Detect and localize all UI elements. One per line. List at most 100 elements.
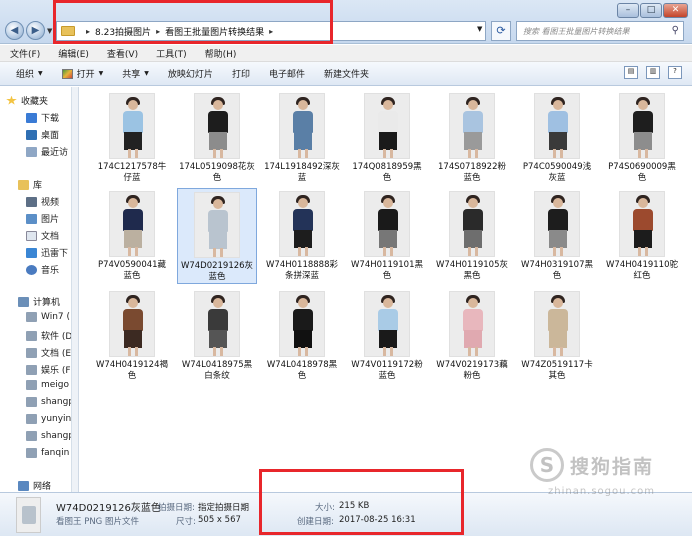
nav-favorites[interactable]: 收藏夹 [6, 94, 48, 107]
nav-drive[interactable]: 软件 (D [26, 329, 71, 342]
sogou-watermark: S 搜狗指南 zhinan.sogou.com [530, 448, 680, 503]
nav-drive[interactable]: Win7 ( [26, 312, 70, 322]
file-name: P74C0590049浅灰蓝 [522, 162, 592, 183]
drive-icon [26, 330, 37, 341]
nav-item-desktop[interactable]: 桌面 [26, 128, 59, 141]
details-shot-value[interactable]: 指定拍摄日期 [198, 501, 249, 513]
address-dropdown-icon[interactable]: ▼ [477, 25, 482, 33]
nav-drive[interactable]: 娱乐 (F [26, 363, 71, 376]
minimize-button[interactable]: – [617, 3, 639, 18]
preview-pane-icon[interactable]: ▥ [646, 66, 660, 79]
file-item[interactable]: W74V0119172粉蓝色 [347, 288, 427, 382]
file-item[interactable]: W74H0119101黑色 [347, 188, 427, 282]
file-item[interactable]: W74H0119105灰黑色 [432, 188, 512, 282]
file-item[interactable]: W74H0319107黑色 [517, 188, 597, 282]
nav-item-recent[interactable]: 最近访 [26, 145, 68, 158]
nav-label: fanqin [41, 448, 70, 458]
file-item[interactable]: W74V0219173藕粉色 [432, 288, 512, 382]
file-item[interactable]: W74H0419124褐色 [92, 288, 172, 382]
nav-drive[interactable]: fanqin [26, 448, 69, 458]
nav-item-videos[interactable]: 视频 [26, 195, 59, 208]
nav-item-music[interactable]: 音乐 [26, 263, 59, 276]
nav-network[interactable]: 网络 [18, 479, 51, 492]
menu-file[interactable]: 文件(F) [10, 47, 40, 60]
video-icon [26, 196, 37, 207]
view-options-icon[interactable]: ▤ [624, 66, 638, 79]
nav-drive[interactable]: 文档 (E [26, 346, 71, 359]
organize-button[interactable]: 组织 ▼ [16, 67, 43, 80]
file-item[interactable]: P74V0590041藏蓝色 [92, 188, 172, 282]
forward-icon[interactable]: ▶ [26, 21, 45, 40]
file-name: W74V0219173藕粉色 [436, 360, 508, 381]
file-name: W74H0119105灰黑色 [436, 260, 508, 281]
nav-drive[interactable]: meigo [26, 380, 69, 390]
drive-icon [26, 312, 37, 322]
file-item[interactable]: P74S0690009黑色 [602, 90, 682, 184]
nav-item-pictures[interactable]: 图片 [26, 212, 59, 225]
file-name: 174L1918492深灰蓝 [264, 162, 340, 183]
file-name: 174S0718922粉蓝色 [438, 162, 506, 183]
menu-tools[interactable]: 工具(T) [156, 47, 187, 60]
chevron-down-icon: ▼ [38, 70, 43, 77]
nav-label: yunying [41, 414, 72, 424]
search-input[interactable]: 搜索 看图王批量图片转换结果 ⚲ [516, 21, 684, 41]
nav-drive[interactable]: shangp [26, 397, 71, 407]
menu-help[interactable]: 帮助(H) [205, 47, 237, 60]
file-item[interactable]: W74H0118888彩条拼深蓝 [262, 188, 342, 282]
image-thumbnail [619, 191, 665, 257]
image-thumbnail [364, 191, 410, 257]
close-button[interactable]: ✕ [663, 3, 688, 18]
maximize-button[interactable]: □ [640, 3, 662, 18]
file-name: W74L0418978黑色 [266, 360, 338, 381]
refresh-icon[interactable]: ⟳ [491, 21, 511, 41]
nav-drive[interactable]: shangp [26, 431, 72, 441]
music-icon [26, 264, 37, 275]
menu-bar: 文件(F) 编辑(E) 查看(V) 工具(T) 帮助(H) [0, 45, 692, 62]
back-icon[interactable]: ◀ [5, 21, 24, 40]
open-button[interactable]: 打开 ▼ [61, 67, 103, 80]
new-folder-button[interactable]: 新建文件夹 [324, 67, 369, 80]
menu-view[interactable]: 查看(V) [107, 47, 138, 60]
file-item[interactable]: 174C1217578牛仔蓝 [92, 90, 172, 184]
nav-drive[interactable]: yunying [26, 414, 72, 424]
nav-item-downloads[interactable]: 下载 [26, 111, 59, 124]
details-shot-label: 拍摄日期: [158, 503, 195, 513]
file-item[interactable]: 174L0519098花灰色 [177, 90, 257, 184]
email-button[interactable]: 电子邮件 [269, 67, 305, 80]
file-name: W74Z0519117卡其色 [521, 360, 593, 381]
print-button[interactable]: 打印 [232, 67, 250, 80]
image-thumbnail [194, 93, 240, 159]
nav-label: 收藏夹 [21, 97, 49, 107]
file-item[interactable]: 174S0718922粉蓝色 [432, 90, 512, 184]
image-thumbnail [109, 291, 155, 357]
nav-computer[interactable]: 计算机 [18, 295, 60, 308]
file-item[interactable]: 174L1918492深灰蓝 [262, 90, 342, 184]
file-item[interactable]: W74L0418978黑色 [262, 288, 342, 382]
highlight-box [53, 0, 333, 44]
file-item[interactable]: 174Q0818959黑色 [347, 90, 427, 184]
history-dropdown-icon[interactable]: ▼ [47, 27, 52, 35]
nav-label: shangp [41, 431, 72, 441]
watermark-text: 搜狗指南 [570, 456, 655, 478]
file-name: W74H0119101黑色 [351, 260, 423, 281]
pane-divider[interactable] [72, 87, 79, 492]
nav-item-documents[interactable]: 文档 [26, 229, 59, 242]
slideshow-label: 放映幻灯片 [167, 70, 213, 80]
share-button[interactable]: 共享 ▼ [122, 67, 149, 80]
file-item[interactable]: W74Z0519117卡其色 [517, 288, 597, 382]
nav-label: 最近访 [41, 148, 69, 158]
image-viewer-icon [61, 68, 73, 79]
nav-label: 桌面 [41, 131, 60, 141]
file-item[interactable]: P74C0590049浅灰蓝 [517, 90, 597, 184]
nav-libraries[interactable]: 库 [18, 178, 42, 191]
search-icon[interactable]: ⚲ [672, 25, 679, 36]
nav-label: 计算机 [33, 298, 61, 308]
file-name: W74H0319107黑色 [521, 260, 593, 281]
help-icon[interactable]: ? [668, 66, 682, 79]
file-item[interactable]: W74H0419110驼红色 [602, 188, 682, 282]
file-item[interactable]: W74D0219126灰蓝色 [177, 188, 257, 284]
menu-edit[interactable]: 编辑(E) [58, 47, 89, 60]
slideshow-button[interactable]: 放映幻灯片 [168, 67, 213, 80]
file-item[interactable]: W74L0418975黑白条纹 [177, 288, 257, 382]
nav-item-thunder[interactable]: 迅雷下 [26, 246, 68, 259]
